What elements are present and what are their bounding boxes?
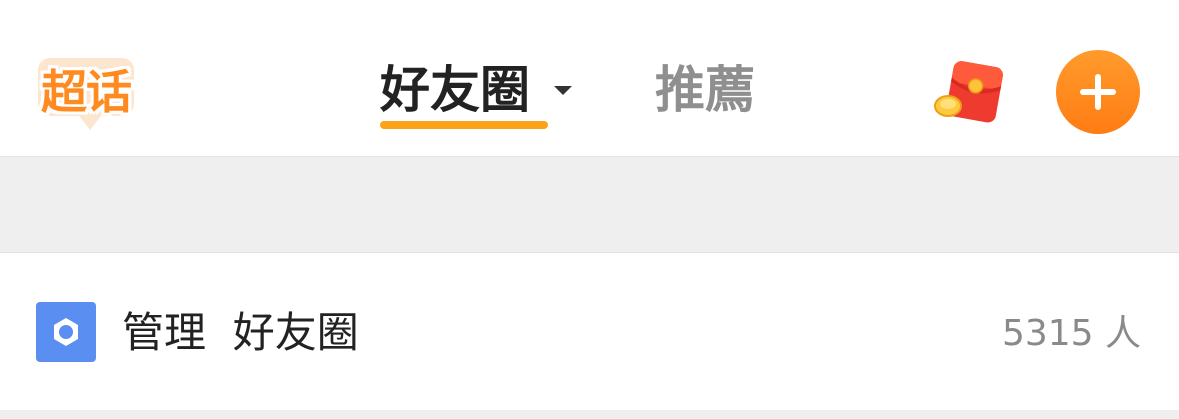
row-title: 管理 好友圈 [122,308,359,357]
tab-recommend[interactable]: 推薦 [655,58,755,122]
add-button[interactable] [1056,50,1140,134]
member-count: 5315 人 [1001,313,1141,354]
logo-text: 超话 [41,65,132,119]
plus-icon-vertical [1095,74,1101,110]
chaohua-logo[interactable]: 超话 [30,50,142,140]
section-divider [0,157,1179,253]
top-nav-bar: 超话 好友圈 推薦 [0,0,1179,157]
app: 超话 好友圈 推薦 管理 好友圈 5315 人 [0,0,1179,419]
manage-friends-circle-row[interactable]: 管理 好友圈 5315 人 [0,253,1179,410]
chevron-down-icon[interactable] [554,86,572,95]
gear-icon [36,302,96,362]
active-tab-indicator [380,121,548,129]
red-packet-icon[interactable] [932,56,1010,126]
bottom-divider [0,410,1179,419]
tab-friends-circle[interactable]: 好友圈 [380,58,530,122]
